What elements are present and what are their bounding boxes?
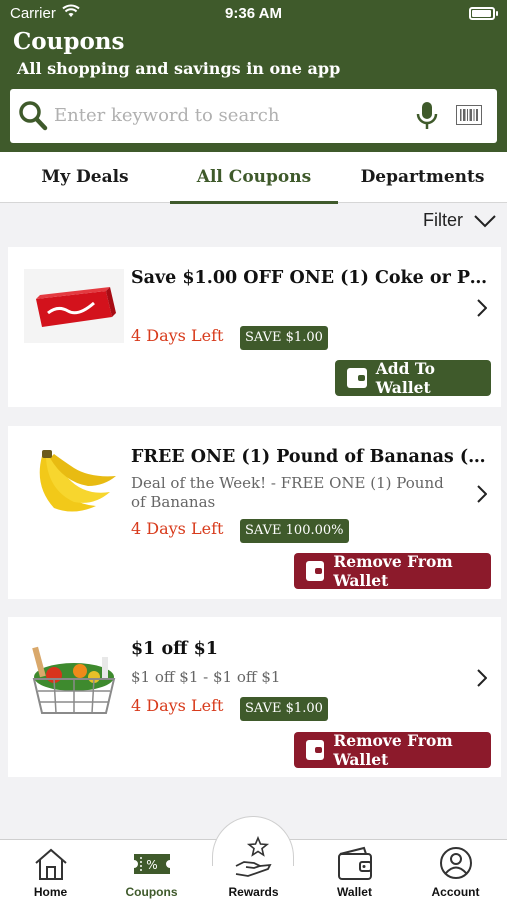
- battery-icon: [469, 7, 498, 20]
- chevron-right-icon[interactable]: [477, 485, 487, 503]
- bottom-tab-bar: Home % Coupons Rewards Wallet Account: [0, 816, 507, 900]
- remove-from-wallet-label: Remove From Wallet: [333, 731, 453, 769]
- days-left-label: 4 Days Left: [131, 696, 224, 715]
- add-to-wallet-label: Add To Wallet: [375, 359, 435, 397]
- search-input[interactable]: [54, 99, 354, 131]
- barcode-scan-icon[interactable]: [456, 105, 482, 125]
- coupon-icon: %: [133, 854, 170, 874]
- remove-from-wallet-button[interactable]: Remove From Wallet: [294, 552, 491, 590]
- search-icon[interactable]: [18, 100, 48, 132]
- status-time: 9:36 AM: [225, 5, 282, 22]
- status-bar: Carrier 9:36 AM: [0, 0, 507, 28]
- save-badge: SAVE $1.00: [240, 697, 328, 721]
- wallet-icon: [306, 740, 325, 760]
- filter-label: Filter: [423, 210, 463, 230]
- coupon-tabs: My Deals All Coupons Departments: [0, 152, 507, 204]
- days-left-label: 4 Days Left: [131, 519, 224, 538]
- chevron-right-icon[interactable]: [477, 669, 487, 687]
- days-left-label: 4 Days Left: [131, 326, 224, 345]
- coupon-card[interactable]: FREE ONE (1) Pound of Bananas (USE… Deal…: [8, 426, 501, 599]
- nav-coupons-label: Coupons: [125, 885, 178, 899]
- add-to-wallet-button[interactable]: Add To Wallet: [335, 359, 491, 397]
- search-bar: [10, 89, 497, 143]
- nav-account[interactable]: Account: [405, 840, 506, 900]
- save-badge: SAVE $1.00: [240, 326, 328, 350]
- tab-all-coupons[interactable]: All Coupons: [170, 152, 338, 204]
- page-subtitle: All shopping and savings in one app: [17, 59, 341, 78]
- coupon-title: FREE ONE (1) Pound of Bananas (USE…: [131, 447, 491, 467]
- coke-12pk-image: [24, 269, 124, 343]
- save-badge: SAVE 100.00%: [240, 519, 349, 543]
- coupon-title: Save $1.00 OFF ONE (1) Coke or Pepsi 12p…: [131, 268, 491, 288]
- coupon-description: $1 off $1 - $1 off $1: [131, 668, 281, 686]
- home-icon: [34, 848, 67, 880]
- filter-button[interactable]: Filter: [423, 210, 497, 231]
- remove-from-wallet-label: Remove From Wallet: [333, 552, 453, 590]
- coupon-title: $1 off $1: [131, 639, 218, 659]
- chevron-down-icon: [474, 214, 496, 227]
- nav-coupons[interactable]: % Coupons: [101, 840, 202, 900]
- coupon-card[interactable]: Save $1.00 OFF ONE (1) Coke or Pepsi 12p…: [8, 247, 501, 407]
- nav-wallet-label: Wallet: [337, 885, 372, 899]
- account-icon: [439, 847, 472, 879]
- nav-home[interactable]: Home: [0, 840, 101, 900]
- page-title: Coupons: [13, 28, 125, 55]
- wallet-icon: [306, 561, 325, 581]
- svg-text:%: %: [146, 858, 157, 872]
- coupon-description: Deal of the Week! - FREE ONE (1) Pound o…: [131, 474, 444, 511]
- nav-rewards[interactable]: Rewards: [203, 836, 304, 900]
- remove-from-wallet-button[interactable]: Remove From Wallet: [294, 731, 491, 769]
- tab-my-deals[interactable]: My Deals: [0, 152, 170, 203]
- wallet-icon: [337, 846, 372, 880]
- coupon-card[interactable]: $1 off $1 $1 off $1 - $1 off $1 4 Days L…: [8, 617, 501, 777]
- app-header: Carrier 9:36 AM Coupons All shopping and…: [0, 0, 507, 152]
- rewards-icon: [235, 836, 272, 877]
- tab-departments[interactable]: Departments: [338, 152, 507, 203]
- nav-wallet[interactable]: Wallet: [304, 840, 405, 900]
- microphone-icon[interactable]: [416, 101, 438, 131]
- wallet-icon: [347, 368, 367, 388]
- nav-rewards-label: Rewards: [228, 885, 279, 899]
- bananas-image: [39, 450, 116, 512]
- nav-account-label: Account: [431, 885, 480, 899]
- chevron-right-icon[interactable]: [477, 299, 487, 317]
- grocery-basket-image: [32, 646, 116, 714]
- nav-home-label: Home: [33, 885, 68, 899]
